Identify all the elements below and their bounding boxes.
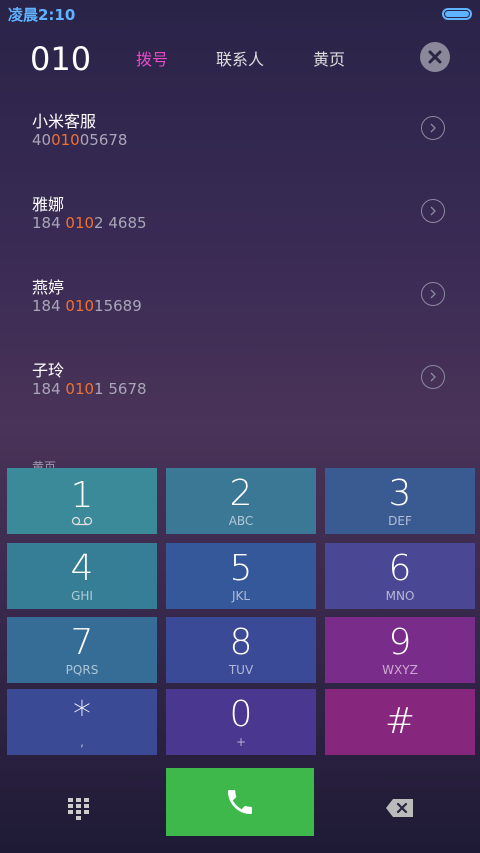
header: 010 拨号 联系人 黄页 [0,36,480,84]
contact-number: 184 0101 5678 [32,380,147,398]
key-5[interactable]: 5 JKL [166,543,316,609]
contact-number: 184 0102 4685 [32,214,147,232]
key-6[interactable]: 6 MNO [325,543,475,609]
key-4[interactable]: 4 GHI [7,543,157,609]
bottom-bar [0,768,480,836]
key-8[interactable]: 8 TUV [166,617,316,683]
dialpad-icon[interactable] [66,796,92,822]
close-icon [428,50,442,64]
detail-arrow-icon[interactable] [421,116,445,140]
contact-number: 184 01015689 [32,297,142,315]
status-bar: 凌晨2:10 [0,0,480,28]
list-item[interactable]: 小米客服 4001005678 [0,100,480,183]
phone-icon [228,790,252,814]
key-3[interactable]: 3 DEF [325,468,475,534]
contact-number: 4001005678 [32,131,128,149]
tab-dial[interactable]: 拨号 [136,46,168,70]
key-2[interactable]: 2 ABC [166,468,316,534]
key-star[interactable]: * , [7,689,157,755]
clear-button[interactable] [420,42,450,72]
dialed-number: 010 [30,40,92,78]
key-9[interactable]: 9 WXYZ [325,617,475,683]
list-item[interactable]: 雅娜 184 0102 4685 [0,183,480,266]
tab-contacts[interactable]: 联系人 [216,46,264,70]
detail-arrow-icon[interactable] [421,282,445,306]
battery-icon [442,8,472,20]
key-hash[interactable]: # [325,689,475,755]
call-button[interactable] [166,768,314,836]
key-7[interactable]: 7 PQRS [7,617,157,683]
list-item[interactable]: 燕婷 184 01015689 [0,266,480,349]
tab-yellow-pages[interactable]: 黄页 [313,46,345,70]
key-1[interactable]: 1 [7,468,157,534]
status-time: 凌晨2:10 [8,6,76,24]
backspace-icon[interactable] [385,798,415,818]
contact-name: 燕婷 [32,278,65,297]
key-0[interactable]: 0 + [166,689,316,755]
detail-arrow-icon[interactable] [421,199,445,223]
contact-name: 小米客服 [32,112,97,131]
results-list: 小米客服 4001005678 雅娜 184 0102 4685 燕婷 184 … [0,100,480,432]
voicemail-icon [71,516,93,526]
contact-name: 雅娜 [32,195,65,214]
detail-arrow-icon[interactable] [421,365,445,389]
contact-name: 子玲 [32,361,65,380]
list-item[interactable]: 子玲 184 0101 5678 [0,349,480,432]
